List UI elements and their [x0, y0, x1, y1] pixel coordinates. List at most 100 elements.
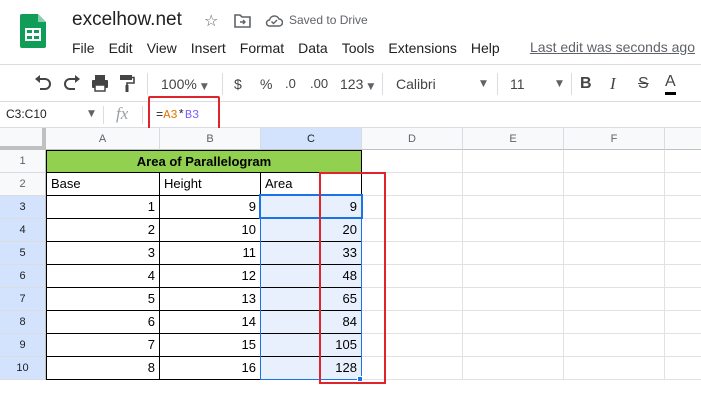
row-header-2[interactable]: 2	[0, 173, 46, 196]
cell-c5[interactable]: 33	[261, 242, 362, 265]
cell-b5[interactable]: 11	[160, 242, 261, 265]
cell-g1[interactable]	[665, 150, 701, 173]
cell-b2[interactable]: Height	[160, 173, 261, 196]
menu-edit[interactable]: Edit	[109, 38, 133, 58]
cell-e5[interactable]	[463, 242, 564, 265]
column-header-b[interactable]: B	[160, 128, 261, 150]
cell-c7[interactable]: 65	[261, 288, 362, 311]
star-icon[interactable]: ☆	[204, 11, 218, 31]
more-formats-button[interactable]: 123 ▼	[340, 73, 374, 95]
cell-e9[interactable]	[463, 334, 564, 357]
last-edit-link[interactable]: Last edit was seconds ago	[530, 39, 695, 55]
increase-decimal-button[interactable]: .00	[310, 73, 328, 95]
cell-a10[interactable]: 8	[46, 357, 160, 380]
italic-button[interactable]: I	[610, 73, 616, 95]
undo-icon[interactable]	[34, 75, 52, 91]
strikethrough-button[interactable]: S	[638, 73, 649, 95]
cell-f1[interactable]	[564, 150, 665, 173]
row-header-7[interactable]: 7	[0, 288, 46, 311]
cell-e3[interactable]	[463, 196, 564, 219]
cell-g9[interactable]	[665, 334, 701, 357]
cell-e4[interactable]	[463, 219, 564, 242]
title-cell-area-of-parallelogram[interactable]: Area of Parallelogram	[46, 150, 362, 173]
move-folder-icon[interactable]	[234, 13, 251, 28]
row-header-1[interactable]: 1	[0, 150, 46, 173]
column-header-c[interactable]: C	[261, 128, 362, 150]
cell-b10[interactable]: 16	[160, 357, 261, 380]
menu-file[interactable]: File	[72, 38, 95, 58]
cell-b8[interactable]: 14	[160, 311, 261, 334]
row-header-8[interactable]: 8	[0, 311, 46, 334]
percent-format-button[interactable]: %	[260, 73, 272, 95]
cell-b9[interactable]: 15	[160, 334, 261, 357]
cloud-saved-icon[interactable]	[265, 14, 283, 27]
cell-f8[interactable]	[564, 311, 665, 334]
row-header-3[interactable]: 3	[0, 196, 46, 219]
column-header-a[interactable]: A	[46, 128, 160, 150]
menu-extensions[interactable]: Extensions	[388, 38, 456, 58]
row-header-9[interactable]: 9	[0, 334, 46, 357]
cell-c4[interactable]: 20	[261, 219, 362, 242]
select-all-corner[interactable]	[0, 128, 46, 150]
cell-d6[interactable]	[362, 265, 463, 288]
column-header-e[interactable]: E	[463, 128, 564, 150]
cell-c10[interactable]: 128	[261, 357, 362, 380]
bold-button[interactable]: B	[580, 73, 592, 95]
cell-a2[interactable]: Base	[46, 173, 160, 196]
menu-insert[interactable]: Insert	[191, 38, 226, 58]
column-header-g[interactable]	[665, 128, 701, 150]
cell-c2[interactable]: Area	[261, 173, 362, 196]
text-color-button[interactable]: A	[665, 73, 676, 95]
cell-f7[interactable]	[564, 288, 665, 311]
cell-a8[interactable]: 6	[46, 311, 160, 334]
cell-a7[interactable]: 5	[46, 288, 160, 311]
cell-a3[interactable]: 1	[46, 196, 160, 219]
cell-f5[interactable]	[564, 242, 665, 265]
cell-b4[interactable]: 10	[160, 219, 261, 242]
document-title[interactable]: excelhow.net	[72, 9, 182, 31]
sheets-logo-icon[interactable]	[20, 14, 46, 48]
cell-c8[interactable]: 84	[261, 311, 362, 334]
cell-e2[interactable]	[463, 173, 564, 196]
menu-tools[interactable]: Tools	[342, 38, 375, 58]
cell-a6[interactable]: 4	[46, 265, 160, 288]
row-header-5[interactable]: 5	[0, 242, 46, 265]
cell-c3[interactable]: 9	[261, 196, 362, 219]
menu-format[interactable]: Format	[240, 38, 284, 58]
cell-e6[interactable]	[463, 265, 564, 288]
cell-a9[interactable]: 7	[46, 334, 160, 357]
cell-d3[interactable]	[362, 196, 463, 219]
cell-f6[interactable]	[564, 265, 665, 288]
row-header-6[interactable]: 6	[0, 265, 46, 288]
cell-f4[interactable]	[564, 219, 665, 242]
cell-g2[interactable]	[665, 173, 701, 196]
cell-g4[interactable]	[665, 219, 701, 242]
font-family-select[interactable]: Calibri ▼	[396, 73, 488, 95]
cell-d5[interactable]	[362, 242, 463, 265]
currency-format-button[interactable]: $	[234, 73, 242, 95]
cell-e8[interactable]	[463, 311, 564, 334]
cell-d1[interactable]	[362, 150, 463, 173]
cell-b3[interactable]: 9	[160, 196, 261, 219]
cell-d10[interactable]	[362, 357, 463, 380]
fill-handle[interactable]	[357, 376, 363, 382]
row-header-4[interactable]: 4	[0, 219, 46, 242]
cell-d4[interactable]	[362, 219, 463, 242]
menu-help[interactable]: Help	[471, 38, 500, 58]
cell-b7[interactable]: 13	[160, 288, 261, 311]
cell-d2[interactable]	[362, 173, 463, 196]
cell-g8[interactable]	[665, 311, 701, 334]
cell-b6[interactable]: 12	[160, 265, 261, 288]
cell-d8[interactable]	[362, 311, 463, 334]
chevron-down-icon[interactable]: ▼	[88, 109, 95, 119]
cell-e7[interactable]	[463, 288, 564, 311]
cell-f3[interactable]	[564, 196, 665, 219]
cell-a4[interactable]: 2	[46, 219, 160, 242]
cell-f9[interactable]	[564, 334, 665, 357]
row-header-10[interactable]: 10	[0, 357, 46, 380]
cell-g5[interactable]	[665, 242, 701, 265]
decrease-decimal-button[interactable]: .0	[285, 73, 296, 95]
cell-e10[interactable]	[463, 357, 564, 380]
cell-d9[interactable]	[362, 334, 463, 357]
cell-g6[interactable]	[665, 265, 701, 288]
